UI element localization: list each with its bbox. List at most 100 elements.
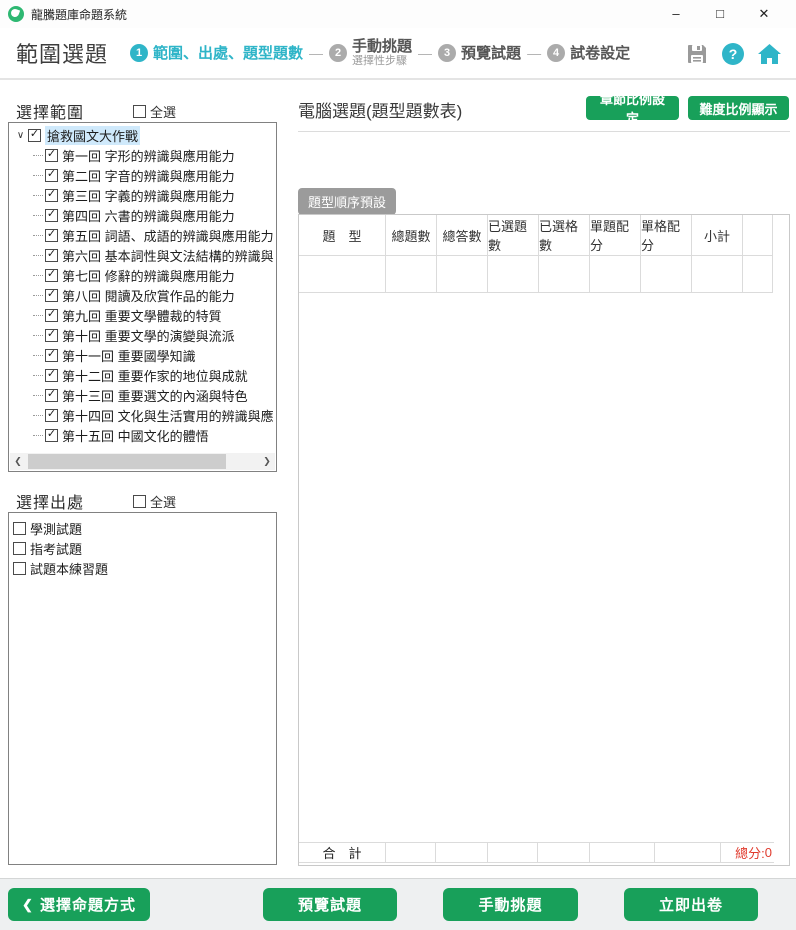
- scroll-left-icon[interactable]: ❮: [10, 456, 26, 467]
- checkbox[interactable]: [45, 329, 58, 342]
- source-list[interactable]: 學測試題 指考試題 試題本練習題: [8, 512, 277, 865]
- checkbox[interactable]: [28, 129, 41, 142]
- step-4-paper-settings[interactable]: 4 試卷設定: [547, 42, 630, 63]
- question-type-order-preset-tag[interactable]: 題型順序預設: [298, 188, 396, 215]
- checkbox[interactable]: [45, 289, 58, 302]
- checkbox[interactable]: [45, 389, 58, 402]
- checkbox[interactable]: [45, 309, 58, 322]
- minimize-button[interactable]: –: [654, 0, 698, 28]
- tree-item[interactable]: 第七回 修辭的辨識與應用能力: [9, 265, 276, 285]
- step-3-number: 3: [438, 44, 456, 62]
- tree-item[interactable]: 第八回 閱讀及欣賞作品的能力: [9, 285, 276, 305]
- tree-item-label: 第八回 閱讀及欣賞作品的能力: [62, 286, 235, 305]
- table-cell: [590, 843, 655, 862]
- checkbox[interactable]: [45, 349, 58, 362]
- checkbox[interactable]: [45, 369, 58, 382]
- save-icon[interactable]: [685, 42, 709, 66]
- list-item[interactable]: 指考試題: [13, 538, 272, 558]
- scope-select-all[interactable]: 全選: [133, 102, 176, 121]
- checkbox[interactable]: [45, 429, 58, 442]
- checkbox[interactable]: [45, 269, 58, 282]
- tree-item-label: 第十回 重要文學的演變與流派: [62, 326, 235, 345]
- tree-item[interactable]: 第三回 字義的辨識與應用能力: [9, 185, 276, 205]
- chevron-down-icon[interactable]: ∨: [13, 130, 28, 141]
- tree-item[interactable]: 第十回 重要文學的演變與流派: [9, 325, 276, 345]
- column-header: 單題配分: [590, 215, 641, 256]
- difficulty-ratio-button[interactable]: 難度比例顯示: [688, 96, 789, 120]
- tree-item[interactable]: 第六回 基本詞性與文法結構的辨識與: [9, 245, 276, 265]
- table-cell: [437, 256, 488, 293]
- stepper: 1 範圍、出處、題型題數 — 2 手動挑題 選擇性步驟 — 3 預覽試題 — 4…: [130, 38, 630, 68]
- tree-connector: [33, 235, 43, 236]
- table-cell: [488, 256, 539, 293]
- help-icon[interactable]: ?: [722, 43, 744, 65]
- checkbox[interactable]: [133, 105, 146, 118]
- step-3-preview[interactable]: 3 預覽試題: [438, 42, 521, 63]
- column-header: 單格配分: [641, 215, 692, 256]
- tree-connector: [33, 315, 43, 316]
- checkbox[interactable]: [133, 495, 146, 508]
- checkbox[interactable]: [45, 149, 58, 162]
- preview-questions-button[interactable]: 預覽試題: [263, 888, 397, 921]
- home-icon[interactable]: [757, 43, 782, 66]
- window-title: 龍騰題庫命題系統: [31, 6, 127, 23]
- chapter-ratio-button[interactable]: 章節比例設定: [586, 96, 679, 120]
- list-item[interactable]: 試題本練習題: [13, 558, 272, 578]
- tree-item-label: 搶救國文大作戰: [45, 126, 140, 145]
- tree-item[interactable]: 第十五回 中國文化的體悟: [9, 425, 276, 445]
- scrollbar-thumb[interactable]: [28, 454, 226, 469]
- export-paper-button[interactable]: 立即出卷: [624, 888, 758, 921]
- checkbox[interactable]: [13, 522, 26, 535]
- total-row: 合 計 總分:0: [299, 842, 774, 863]
- tree-item[interactable]: 第一回 字形的辨識與應用能力: [9, 145, 276, 165]
- tree-item[interactable]: 第四回 六書的辨識與應用能力: [9, 205, 276, 225]
- tree-connector: [33, 255, 43, 256]
- tree-item[interactable]: 第十四回 文化與生活實用的辨識與應: [9, 405, 276, 425]
- checkbox[interactable]: [45, 249, 58, 262]
- chevron-left-icon: ❮: [22, 897, 34, 913]
- step-2-manual-pick[interactable]: 2 手動挑題 選擇性步驟: [329, 38, 412, 68]
- column-header: 總答數: [437, 215, 488, 256]
- source-item-label: 指考試題: [30, 539, 82, 558]
- tree-root-item[interactable]: ∨ 搶救國文大作戰: [9, 125, 276, 145]
- table-cell: [538, 843, 590, 862]
- manual-pick-button[interactable]: 手動挑題: [443, 888, 578, 921]
- list-item[interactable]: 學測試題: [13, 518, 272, 538]
- tree-item[interactable]: 第二回 字音的辨識與應用能力: [9, 165, 276, 185]
- bottom-action-bar: ❮ 選擇命題方式 預覽試題 手動挑題 立即出卷: [0, 878, 796, 930]
- column-header: [743, 215, 773, 256]
- tree-item[interactable]: 第十一回 重要國學知識: [9, 345, 276, 365]
- source-item-label: 試題本練習題: [30, 559, 108, 578]
- step-1-scope[interactable]: 1 範圍、出處、題型題數: [130, 42, 303, 63]
- checkbox[interactable]: [13, 542, 26, 555]
- maximize-button[interactable]: □: [698, 0, 742, 28]
- tree-item[interactable]: 第五回 詞語、成語的辨識與應用能力: [9, 225, 276, 245]
- step-3-label: 預覽試題: [461, 42, 521, 63]
- tree-connector: [33, 395, 43, 396]
- scroll-right-icon[interactable]: ❯: [259, 456, 275, 467]
- total-label: 合 計: [299, 843, 386, 862]
- total-score-value: 0: [765, 845, 772, 860]
- checkbox[interactable]: [45, 409, 58, 422]
- page-title: 範圍選題: [16, 37, 108, 69]
- checkbox[interactable]: [45, 169, 58, 182]
- table-cell: [590, 256, 641, 293]
- close-button[interactable]: ✕: [742, 0, 786, 28]
- scope-tree[interactable]: ∨ 搶救國文大作戰 第一回 字形的辨識與應用能力 第二回 字音的辨識與應用能力 …: [8, 122, 277, 472]
- app-logo-icon: [8, 6, 24, 22]
- horizontal-scrollbar[interactable]: ❮ ❯: [10, 453, 275, 470]
- scrollbar-track[interactable]: [26, 453, 259, 470]
- tree-item-label: 第十二回 重要作家的地位與成就: [62, 366, 248, 385]
- checkbox[interactable]: [45, 209, 58, 222]
- table-cell: [539, 256, 590, 293]
- checkbox[interactable]: [45, 189, 58, 202]
- tree-item[interactable]: 第九回 重要文學體裁的特質: [9, 305, 276, 325]
- tree-item-label: 第十五回 中國文化的體悟: [62, 426, 209, 445]
- checkbox[interactable]: [13, 562, 26, 575]
- column-header: 總題數: [386, 215, 437, 256]
- checkbox[interactable]: [45, 229, 58, 242]
- back-to-mode-button[interactable]: ❮ 選擇命題方式: [8, 888, 150, 921]
- tree-item[interactable]: 第十三回 重要選文的內涵與特色: [9, 385, 276, 405]
- tree-item[interactable]: 第十二回 重要作家的地位與成就: [9, 365, 276, 385]
- source-select-all[interactable]: 全選: [133, 492, 176, 511]
